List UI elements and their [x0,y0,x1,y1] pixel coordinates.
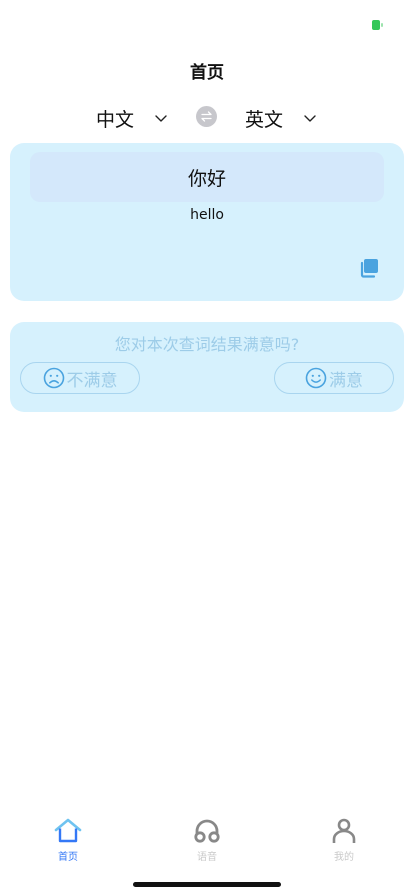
tab-label: 首页 [58,852,78,863]
translation-result-card: 你好 hello [10,143,404,301]
translated-text: hello [190,207,224,223]
page-title: 首页 [190,63,224,83]
sad-face-icon [43,367,64,389]
status-bar [0,0,414,48]
satisfied-button[interactable]: 满意 [274,362,394,394]
tab-home[interactable]: 首页 [28,806,108,866]
chevron-down-icon [304,115,316,122]
tab-voice[interactable]: 语音 [167,806,247,866]
feedback-question: 您对本次查词结果满意吗? [114,335,300,354]
swap-language-button[interactable] [196,106,217,127]
source-language-selector[interactable]: 中文 [96,100,168,136]
source-text: 你好 [30,152,384,202]
headphones-icon [194,819,220,843]
home-indicator [133,882,281,887]
copy-icon[interactable] [358,257,380,279]
source-language-label: 中文 [96,108,135,131]
person-icon [332,818,356,843]
tab-label: 语音 [197,852,217,863]
chevron-down-icon [155,115,167,122]
satisfied-label: 满意 [329,370,363,391]
tab-bar: 首页 语音 我的 [0,806,414,866]
swap-icon [201,111,212,122]
unsatisfied-label: 不满意 [66,370,118,391]
tab-mine[interactable]: 我的 [304,806,384,866]
feedback-card: 您对本次查词结果满意吗? 不满意 满意 [10,322,404,412]
battery-icon [372,20,383,30]
unsatisfied-button[interactable]: 不满意 [20,362,140,394]
target-language-label: 英文 [245,108,284,131]
smile-face-icon [305,367,327,389]
target-language-selector[interactable]: 英文 [245,100,317,136]
tab-label: 我的 [334,852,354,863]
home-icon [54,818,82,843]
